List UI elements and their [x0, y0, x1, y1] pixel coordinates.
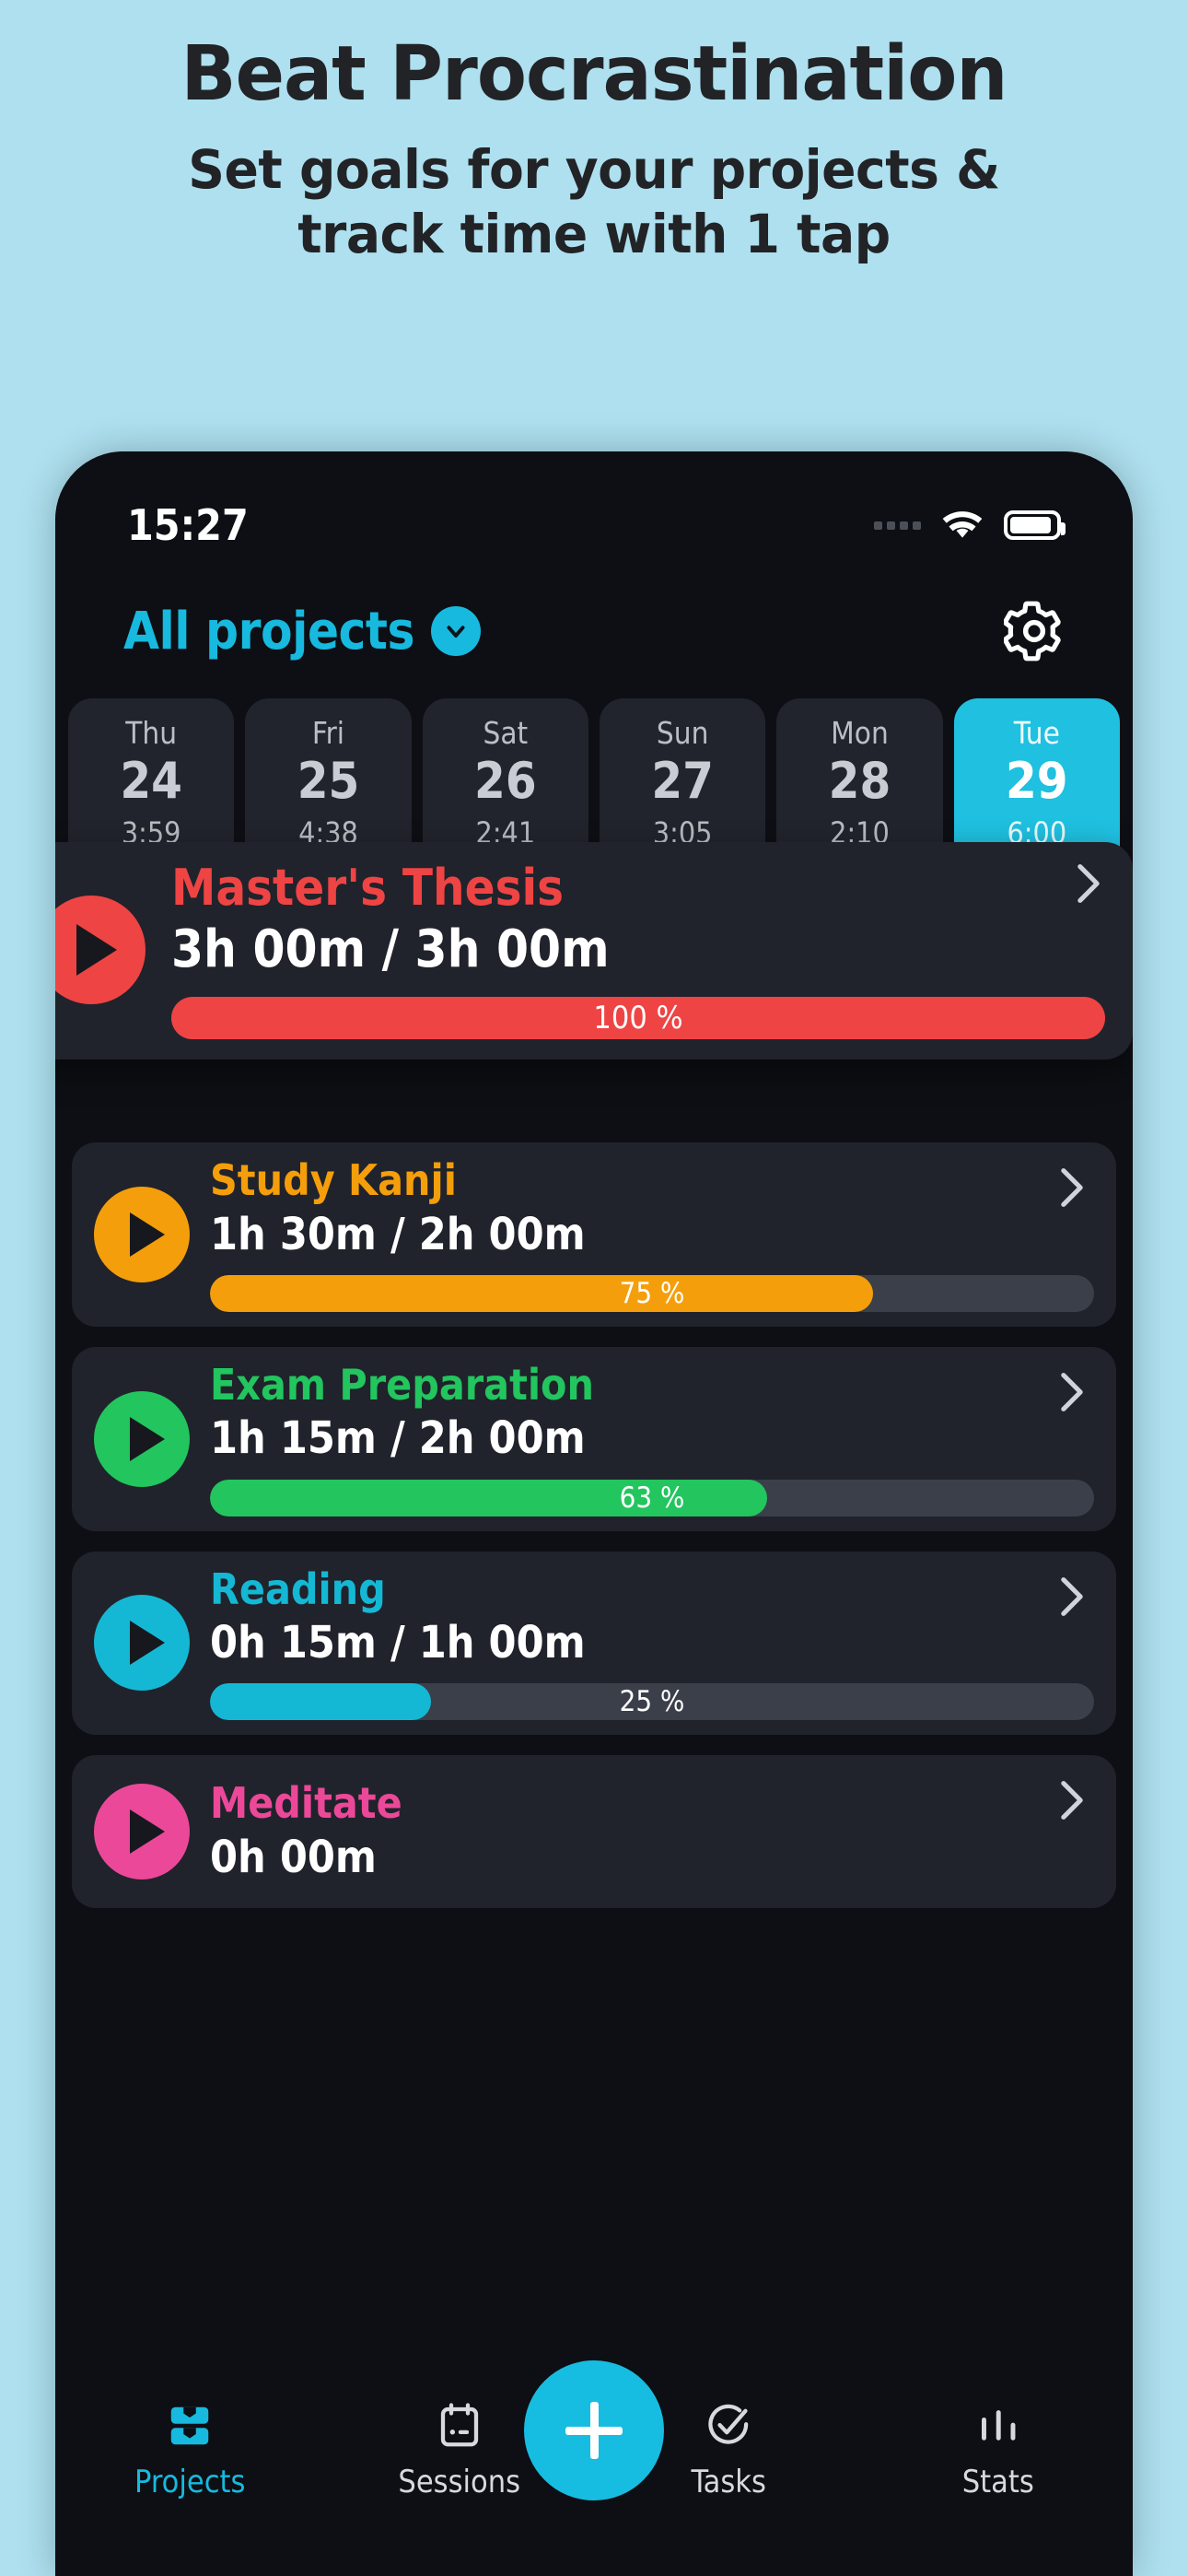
project-card-body: Master's Thesis 3h 00m / 3h 00m 100 %	[171, 861, 1105, 1039]
day-name: Fri	[311, 715, 345, 751]
project-time: 1h 15m / 2h 00m	[210, 1412, 586, 1465]
gear-icon[interactable]	[1004, 601, 1065, 662]
play-button[interactable]	[94, 1186, 190, 1282]
status-bar: 15:27	[55, 490, 1133, 560]
stats-bars-icon	[981, 2410, 1016, 2441]
app-header: All projects	[55, 580, 1133, 682]
bottom-navigation: Projects Sessions Tasks Stats	[55, 2360, 1134, 2576]
day-number: 27	[651, 752, 714, 810]
status-indicators	[874, 509, 1066, 541]
nav-label: Sessions	[398, 2464, 521, 2500]
play-icon	[130, 1809, 165, 1855]
plus-icon	[565, 2402, 623, 2459]
project-name: Master's Thesis	[171, 859, 565, 917]
nav-label: Tasks	[691, 2464, 766, 2500]
nav-label: Projects	[134, 2464, 246, 2500]
chevron-down-icon[interactable]	[430, 606, 481, 656]
project-card[interactable]: Exam Preparation 1h 15m / 2h 00m 63 %	[72, 1346, 1116, 1531]
play-button[interactable]	[55, 895, 146, 1004]
project-card-body: Study Kanji 1h 30m / 2h 00m 75 %	[210, 1157, 1094, 1312]
play-icon	[76, 923, 117, 976]
play-icon	[130, 1212, 165, 1257]
phone-mockup: 15:27 All projects Thu 24 3:59 Fri 25 4:…	[55, 451, 1133, 2576]
project-card[interactable]: Reading 0h 15m / 1h 00m 25 %	[72, 1551, 1116, 1736]
day-name: Sun	[656, 715, 709, 751]
progress-bar: 100 %	[171, 996, 1105, 1039]
project-card-body: Reading 0h 15m / 1h 00m 25 %	[210, 1563, 1094, 1721]
chevron-right-icon[interactable]	[1059, 1779, 1085, 1821]
day-number: 28	[828, 752, 891, 810]
project-list: Master's Thesis 3h 00m / 3h 00m 100 % St…	[55, 842, 1133, 1928]
nav-item-stats[interactable]: Stats	[864, 2401, 1134, 2500]
project-filter-label: All projects	[123, 601, 414, 662]
project-time: 1h 30m / 2h 00m	[210, 1208, 586, 1260]
status-time: 15:27	[127, 500, 249, 550]
wifi-icon	[942, 511, 983, 538]
project-name: Study Kanji	[210, 1155, 457, 1205]
play-button[interactable]	[94, 1390, 190, 1487]
project-name: Meditate	[210, 1778, 402, 1829]
day-name: Sat	[483, 715, 529, 751]
day-name: Tue	[1013, 715, 1060, 751]
chevron-right-icon[interactable]	[1059, 1166, 1085, 1209]
project-card-body: Meditate 0h 00m	[210, 1780, 1094, 1883]
signal-dots-icon	[874, 521, 921, 530]
project-time: 3h 00m / 3h 00m	[171, 919, 610, 980]
progress-bar: 75 %	[210, 1274, 1094, 1312]
play-button[interactable]	[94, 1784, 190, 1880]
progress-bar: 63 %	[210, 1479, 1094, 1516]
progress-label: 100 %	[593, 999, 683, 1036]
page-title: Beat Procrastination	[181, 30, 1008, 118]
project-card-featured[interactable]: Master's Thesis 3h 00m / 3h 00m 100 %	[55, 842, 1133, 1060]
day-number: 24	[120, 752, 182, 810]
nav-label: Stats	[961, 2464, 1034, 2500]
sessions-icon	[440, 2403, 478, 2447]
promo-header: Beat Procrastination Set goals for your …	[0, 0, 1188, 266]
day-number: 29	[1006, 752, 1068, 810]
play-icon	[130, 1416, 165, 1461]
progress-bar: 25 %	[210, 1683, 1094, 1721]
project-card[interactable]: Study Kanji 1h 30m / 2h 00m 75 %	[72, 1142, 1116, 1327]
day-number: 26	[474, 752, 537, 810]
play-icon	[130, 1621, 165, 1666]
tasks-check-icon	[708, 2404, 749, 2444]
add-button[interactable]	[524, 2360, 664, 2500]
projects-icon	[171, 2406, 209, 2445]
day-name: Thu	[125, 715, 178, 751]
page-subtitle: Set goals for your projects & track time…	[29, 138, 1159, 266]
chevron-right-icon[interactable]	[1059, 1575, 1085, 1618]
project-time: 0h 15m / 1h 00m	[210, 1617, 586, 1669]
progress-label: 63 %	[619, 1481, 685, 1515]
project-name: Exam Preparation	[210, 1359, 594, 1410]
chevron-right-icon[interactable]	[1059, 1371, 1085, 1413]
project-card[interactable]: Meditate 0h 00m	[72, 1755, 1116, 1909]
day-name: Mon	[831, 715, 889, 751]
play-button[interactable]	[94, 1595, 190, 1692]
project-filter-dropdown[interactable]: All projects	[123, 602, 481, 662]
project-card-body: Exam Preparation 1h 15m / 2h 00m 63 %	[210, 1362, 1094, 1516]
page-subtitle-line2: track time with 1 tap	[297, 202, 891, 265]
app-screen: 15:27 All projects Thu 24 3:59 Fri 25 4:…	[55, 451, 1133, 2576]
project-time: 0h 00m	[210, 1832, 377, 1884]
day-number: 25	[297, 752, 360, 810]
project-name: Reading	[210, 1563, 386, 1614]
page-subtitle-line1: Set goals for your projects &	[188, 138, 1000, 202]
nav-item-projects[interactable]: Projects	[55, 2401, 325, 2500]
progress-label: 75 %	[619, 1276, 685, 1310]
battery-icon	[1004, 510, 1066, 540]
chevron-right-icon[interactable]	[1076, 862, 1101, 905]
progress-label: 25 %	[619, 1685, 685, 1719]
